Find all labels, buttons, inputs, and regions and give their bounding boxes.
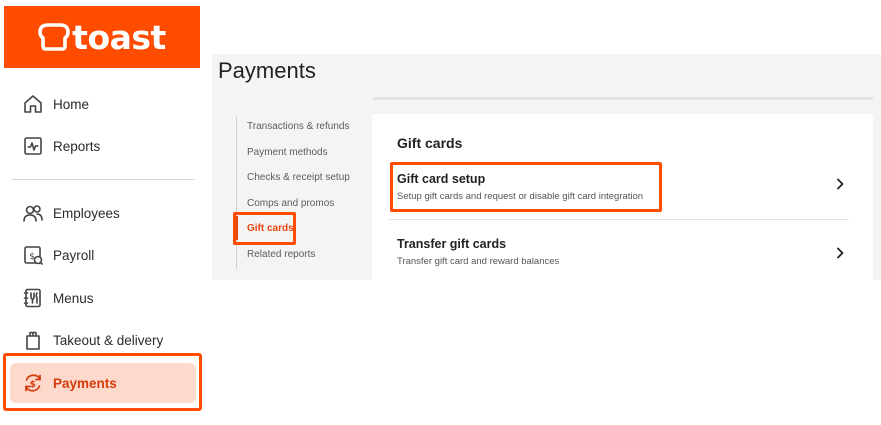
sidebar-divider bbox=[12, 179, 195, 180]
home-icon bbox=[22, 93, 44, 115]
sidebar-item-label: Reports bbox=[53, 138, 101, 154]
sidebar-item-payroll[interactable]: $ Payroll bbox=[10, 235, 196, 275]
card-heading: Gift cards bbox=[397, 135, 463, 151]
sidebar-item-label: Employees bbox=[53, 205, 120, 221]
subnav-item-payment-methods[interactable]: Payment methods bbox=[237, 142, 366, 168]
takeout-icon bbox=[22, 329, 44, 351]
row-subtitle: Transfer gift card and reward balances bbox=[397, 256, 560, 267]
sidebar-item-menus[interactable]: Menus bbox=[10, 278, 196, 318]
subnav-item-transactions-refunds[interactable]: Transactions & refunds bbox=[237, 116, 366, 142]
row-title: Transfer gift cards bbox=[397, 237, 507, 251]
sidebar-item-label: Payroll bbox=[53, 247, 95, 263]
row-divider bbox=[389, 219, 849, 220]
sidebar-item-label: Home bbox=[53, 96, 90, 112]
subnav-item-related-reports[interactable]: Related reports bbox=[237, 244, 366, 270]
sidebar-item-label: Menus bbox=[53, 290, 94, 306]
sidebar-item-employees[interactable]: Employees bbox=[10, 193, 196, 233]
reports-icon bbox=[22, 135, 44, 157]
toast-logo[interactable]: toast bbox=[4, 6, 200, 68]
page-title: Payments bbox=[218, 58, 316, 83]
toast-logo-icon bbox=[38, 22, 70, 52]
menus-icon bbox=[22, 287, 44, 309]
employees-icon bbox=[22, 202, 44, 224]
transfer-gift-cards-row[interactable]: Transfer gift cards Transfer gift card a… bbox=[397, 237, 857, 267]
chevron-right-icon bbox=[833, 176, 847, 190]
payments-highlight-box bbox=[3, 353, 202, 411]
chevron-right-icon bbox=[833, 245, 847, 259]
sidebar-item-label: Takeout & delivery bbox=[53, 332, 164, 348]
sidebar-item-home[interactable]: Home bbox=[10, 84, 196, 124]
title-divider bbox=[373, 97, 873, 100]
subnav-item-checks-receipt-setup[interactable]: Checks & receipt setup bbox=[237, 167, 366, 193]
gift-card-setup-highlight-box bbox=[390, 162, 662, 212]
sidebar-item-reports[interactable]: Reports bbox=[10, 126, 196, 166]
toast-logo-text: toast bbox=[72, 17, 166, 57]
gift-cards-highlight-box bbox=[233, 212, 296, 245]
payroll-icon: $ bbox=[22, 244, 44, 266]
payments-subnav: Transactions & refunds Payment methods C… bbox=[236, 116, 366, 269]
